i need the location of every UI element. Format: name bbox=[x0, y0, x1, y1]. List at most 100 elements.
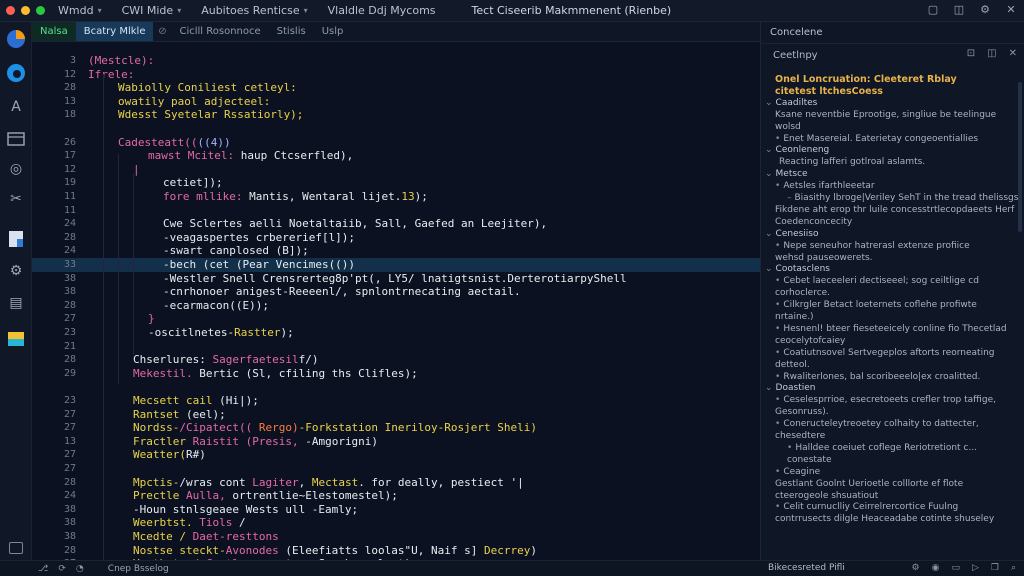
outline-item[interactable]: • Ceagine bbox=[761, 467, 1024, 478]
tab-4[interactable]: Uslp bbox=[314, 22, 352, 41]
search-icon[interactable]: ⌕ bbox=[1011, 563, 1016, 573]
code-text: -cnrhonoer anigest-Reeeenl/, spnlontrnec… bbox=[163, 285, 521, 299]
bell-icon[interactable]: ◔ bbox=[76, 564, 84, 574]
menu-view[interactable]: Aubitoes Renticse ▾ bbox=[191, 4, 317, 17]
outline-item[interactable]: Reacting lafferi gotlroal aslamts. bbox=[761, 157, 1024, 168]
outline-item[interactable]: chesedtere bbox=[761, 431, 1024, 442]
tab-1[interactable]: Bcatry Mlkle bbox=[75, 22, 154, 41]
terminal-icon[interactable] bbox=[5, 128, 27, 150]
maximize-window-button[interactable] bbox=[36, 6, 45, 15]
account-icon[interactable]: ◉ bbox=[932, 563, 940, 573]
code-text: } bbox=[148, 312, 155, 326]
code-token: -bech (cet (Pear Vencimes(()) bbox=[163, 258, 356, 271]
code-line: 23 Mecsett cail (Hi|); bbox=[32, 394, 760, 408]
branch-icon[interactable]: ⎇ bbox=[38, 564, 48, 574]
outline-item[interactable]: • Enet Masereial. Eaterietay congeoential… bbox=[761, 134, 1024, 145]
layout-icon[interactable]: ▭ bbox=[951, 563, 960, 573]
text-icon[interactable]: A bbox=[5, 96, 27, 118]
menu-edit[interactable]: CWI Mide ▾ bbox=[112, 4, 192, 17]
outline-section[interactable]: ⌄ Cenesiiso bbox=[761, 229, 1024, 240]
outline-item[interactable]: Fikdene aht erop thr luile concesstrtlec… bbox=[761, 205, 1024, 216]
outline-label: conestate bbox=[787, 454, 832, 465]
split-icon[interactable]: ◫ bbox=[987, 48, 996, 59]
sync-icon[interactable]: ⟳ bbox=[58, 564, 66, 574]
outline-item[interactable]: • Coatiutnsovel Sertvegeplos aftorts reor… bbox=[761, 348, 1024, 359]
outline-item[interactable]: conestate bbox=[761, 455, 1024, 466]
outline-item[interactable]: – Biasithy lbroge|Veriley SehT in the tre… bbox=[761, 193, 1024, 204]
account-icon[interactable] bbox=[9, 542, 23, 554]
layout-icon[interactable]: ▢ bbox=[926, 3, 940, 17]
outline-item[interactable]: Onel Loncruation: Cleeteret Rblay bbox=[761, 74, 1024, 85]
outline-item[interactable]: • Cilkrgler Betact loeternets coflehe pro… bbox=[761, 300, 1024, 311]
code-line: 26 Cadesteatt((((4)) bbox=[32, 136, 760, 150]
outline-item[interactable]: cteerogeole shsuatiout bbox=[761, 491, 1024, 502]
close-icon[interactable]: ✕ bbox=[1009, 48, 1017, 59]
document-icon[interactable] bbox=[5, 228, 27, 250]
outline-item[interactable]: • Cebet laeceeleri dectiseeel; sog ceiltl… bbox=[761, 276, 1024, 287]
outline-item[interactable]: wehsd pauseowerets. bbox=[761, 253, 1024, 264]
close-window-button[interactable] bbox=[6, 6, 15, 15]
split-icon[interactable]: ⊘ bbox=[153, 22, 171, 41]
outline-item[interactable]: Gesonruss). bbox=[761, 407, 1024, 418]
settings-icon[interactable]: ⚙ bbox=[912, 563, 920, 573]
outline-item[interactable]: • Halldee coeiuet coflege Reriotretiont c… bbox=[761, 443, 1024, 454]
outline-section[interactable]: ⌄ Ceonleneng bbox=[761, 145, 1024, 156]
code-text: fore mllike: Mantis, Wentaral lijet.13); bbox=[163, 190, 428, 204]
minimize-window-button[interactable] bbox=[21, 6, 30, 15]
code-token: Wabiolly Coniliest cetleyl: bbox=[118, 81, 297, 95]
line-number: 29 bbox=[63, 367, 76, 379]
tab-3[interactable]: Stislis bbox=[269, 22, 314, 41]
outline-item[interactable]: • Aetsles ifarthleeetar bbox=[761, 181, 1024, 192]
settings-icon[interactable]: ⚙ bbox=[5, 260, 27, 282]
outline-item[interactable]: Gestlant Goolnt Uerioetle colllorte ef f… bbox=[761, 479, 1024, 490]
tab-0[interactable]: Nalsa bbox=[32, 22, 76, 41]
panel-scrollbar[interactable] bbox=[1018, 82, 1022, 232]
outline-item[interactable]: ceocelytofcaiey bbox=[761, 336, 1024, 347]
outline-section[interactable]: ⌄ Cootasclens bbox=[761, 264, 1024, 275]
code-token: Nordss- bbox=[133, 421, 180, 435]
outline-item[interactable]: Coedenconcecity bbox=[761, 217, 1024, 228]
split-icon[interactable]: ◫ bbox=[952, 3, 966, 17]
extension-icon[interactable] bbox=[5, 328, 27, 350]
edge-icon[interactable] bbox=[5, 62, 27, 84]
code-line: 38 -Houn stnlsgeaee Wests ull -Eamly; bbox=[32, 503, 760, 517]
tab-2[interactable]: Ciclll Rosonnoce bbox=[171, 22, 268, 41]
outline-item[interactable]: • Hesnenl! bteer fieseteeicely conline fi… bbox=[761, 324, 1024, 335]
outline-item[interactable]: contrrusects dilgle Heaceadabe cotinte s… bbox=[761, 514, 1024, 525]
outline-item[interactable]: • Nepe seneuhor hatrerasl extenze profiic… bbox=[761, 241, 1024, 252]
outline-item[interactable]: citetest ltchesCoess bbox=[761, 86, 1024, 97]
outline-section[interactable]: ⌄ Caadiltes bbox=[761, 98, 1024, 109]
outline-section[interactable]: ⌄ Doastien bbox=[761, 383, 1024, 394]
panel-header: Concelene bbox=[761, 22, 1024, 44]
target-icon[interactable]: ◎ bbox=[5, 158, 27, 180]
outline-section[interactable]: ⌄ Metsce bbox=[761, 169, 1024, 180]
file-icon[interactable]: ▤ bbox=[5, 292, 27, 314]
outline-item[interactable]: detteol. bbox=[761, 360, 1024, 371]
outline-item[interactable]: nrtaine.) bbox=[761, 312, 1024, 323]
activity-bar: A ◎ ✂ ⚙ ▤ bbox=[0, 22, 32, 560]
outline-item[interactable]: Ksane neventbie Eprootige, singliue be t… bbox=[761, 110, 1024, 121]
close-icon[interactable]: ✕ bbox=[1004, 3, 1018, 17]
status-file[interactable]: Bikecesreted Pifli bbox=[768, 563, 845, 573]
status-text[interactable]: Cnep Bsselog bbox=[108, 564, 169, 574]
outline-item[interactable]: • Rwaliterlones, bal scoribeeelo|ex croal… bbox=[761, 372, 1024, 383]
outline-item[interactable]: • Coneructeleytreoetey colhaity to dattec… bbox=[761, 419, 1024, 430]
menu-file[interactable]: Wmdd ▾ bbox=[48, 4, 112, 17]
outline-item[interactable]: • Celit curnuclliy Ceirrelrercortice Fuul… bbox=[761, 502, 1024, 513]
outline-item[interactable]: wolsd bbox=[761, 122, 1024, 133]
tools-icon[interactable]: ✂ bbox=[5, 188, 27, 210]
outline-label: citetest ltchesCoess bbox=[775, 85, 883, 97]
copy-icon[interactable]: ❐ bbox=[991, 563, 999, 573]
code-token: -Houn stnlsgeaee Wests ull -Eamly; bbox=[133, 502, 359, 516]
new-file-icon[interactable]: ⊡ bbox=[967, 48, 975, 59]
code-line: 33 -bech (cet (Pear Vencimes(()) bbox=[32, 258, 760, 272]
code-text: (Mestcle): bbox=[88, 54, 154, 68]
play-icon[interactable]: ▷ bbox=[972, 563, 979, 573]
outline-item[interactable]: corhoclerce. bbox=[761, 288, 1024, 299]
code-line: 21 bbox=[32, 340, 760, 354]
browser-icon[interactable] bbox=[5, 28, 27, 50]
settings-icon[interactable]: ⚙ bbox=[978, 3, 992, 17]
line-number: 12 bbox=[63, 68, 76, 80]
outline-item[interactable]: • Ceselesprrioe, esecretoeets crefler tro… bbox=[761, 395, 1024, 406]
code-token: Mpctis- bbox=[133, 475, 180, 489]
